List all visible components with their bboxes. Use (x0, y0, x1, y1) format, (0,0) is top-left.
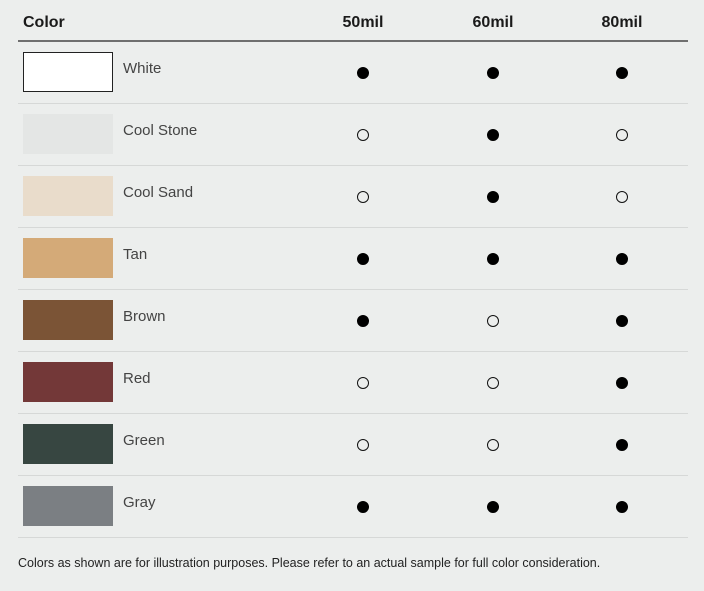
color-name: White (123, 60, 162, 77)
color-swatch (23, 238, 113, 278)
table-row: Cool Stone (18, 104, 688, 166)
color-swatch (23, 300, 113, 340)
unavailable-circle-icon (357, 191, 369, 203)
unavailable-circle-icon (487, 377, 499, 389)
color-swatch (23, 176, 113, 216)
table-row: White (18, 42, 688, 104)
available-dot-icon (487, 67, 499, 79)
unavailable-circle-icon (487, 315, 499, 327)
table-row: Cool Sand (18, 166, 688, 228)
available-dot-icon (616, 67, 628, 79)
color-name: Red (123, 370, 151, 387)
color-swatch (23, 114, 113, 154)
color-name: Brown (123, 308, 166, 325)
available-dot-icon (487, 253, 499, 265)
table-row: Brown (18, 290, 688, 352)
available-dot-icon (357, 315, 369, 327)
color-swatch (23, 424, 113, 464)
unavailable-circle-icon (357, 439, 369, 451)
unavailable-circle-icon (616, 129, 628, 141)
available-dot-icon (616, 501, 628, 513)
color-name: Cool Stone (123, 122, 198, 139)
header-80mil: 80mil (601, 14, 643, 31)
header-color: Color (23, 14, 65, 31)
unavailable-circle-icon (357, 129, 369, 141)
color-availability-table: Color 50mil 60mil 80mil White Cool Stone C… (18, 0, 688, 538)
color-name: Cool Sand (123, 184, 194, 201)
available-dot-icon (616, 253, 628, 265)
table-body: White Cool Stone Cool Sand Tan Brown Red Green… (18, 42, 688, 538)
color-swatch (23, 486, 113, 526)
footnote: Colors as shown are for illustration pur… (18, 556, 601, 570)
available-dot-icon (357, 501, 369, 513)
table-row: Red (18, 352, 688, 414)
available-dot-icon (616, 315, 628, 327)
color-swatch (23, 52, 113, 92)
available-dot-icon (487, 191, 499, 203)
available-dot-icon (616, 439, 628, 451)
header-60mil: 60mil (472, 14, 514, 31)
unavailable-circle-icon (357, 377, 369, 389)
available-dot-icon (357, 253, 369, 265)
color-name: Tan (123, 246, 148, 263)
color-name: Gray (123, 494, 156, 511)
table-row: Tan (18, 228, 688, 290)
available-dot-icon (616, 377, 628, 389)
table-header: Color 50mil 60mil 80mil (18, 0, 688, 42)
table-row: Green (18, 414, 688, 476)
available-dot-icon (487, 129, 499, 141)
header-50mil: 50mil (342, 14, 384, 31)
table-row: Gray (18, 476, 688, 538)
unavailable-circle-icon (616, 191, 628, 203)
available-dot-icon (487, 501, 499, 513)
unavailable-circle-icon (487, 439, 499, 451)
color-swatch (23, 362, 113, 402)
available-dot-icon (357, 67, 369, 79)
color-name: Green (123, 432, 165, 449)
